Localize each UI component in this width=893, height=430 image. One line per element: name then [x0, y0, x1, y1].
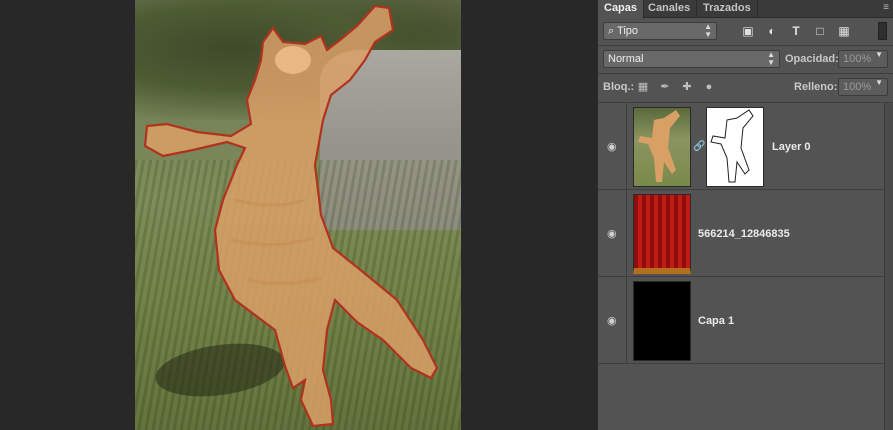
- filter-toggle-switch[interactable]: [878, 22, 887, 40]
- filter-kind-select[interactable]: ⌕ Tipo ▲ ▼: [603, 22, 717, 40]
- lock-image-icon[interactable]: ✒: [658, 80, 672, 94]
- layer-thumbnail[interactable]: [633, 194, 691, 274]
- type-filter-icon[interactable]: T: [789, 24, 803, 38]
- blend-mode-select[interactable]: Normal ▲ ▼: [603, 50, 780, 68]
- fill-label: Relleno:: [794, 81, 838, 93]
- image-filter-icon[interactable]: ▣: [741, 24, 755, 38]
- panel-tab-bar: Capas Canales Trazados ≡: [598, 0, 893, 19]
- divider: [598, 73, 893, 74]
- lock-position-icon[interactable]: ✚: [680, 80, 694, 94]
- divider: [598, 45, 893, 46]
- tab-trazados[interactable]: Trazados: [697, 0, 758, 18]
- eye-icon: ◉: [607, 141, 617, 153]
- visibility-toggle[interactable]: ◉: [598, 190, 627, 276]
- fill-input[interactable]: 100% ▼: [838, 78, 888, 96]
- cat-selection: [143, 4, 439, 428]
- blend-mode-value: Normal: [608, 53, 644, 65]
- cat-thumbnail-icon: [638, 110, 680, 182]
- dropdown-arrow-icon: ▼: [875, 50, 883, 59]
- layer-name[interactable]: 566214_12846835: [698, 228, 790, 240]
- eye-icon: ◉: [607, 228, 617, 240]
- layers-panel: Capas Canales Trazados ≡ ⌕ Tipo ▲ ▼ ▣ ◐ T…: [597, 0, 893, 430]
- opacity-value: 100%: [843, 53, 872, 65]
- layer-row[interactable]: ◉ 🔗 Layer 0: [598, 103, 893, 190]
- layer-thumbnail[interactable]: [633, 281, 691, 361]
- layer-name[interactable]: Capa 1: [698, 315, 734, 327]
- layer-name[interactable]: Layer 0: [772, 141, 811, 153]
- lock-all-icon[interactable]: ●: [702, 80, 716, 94]
- filter-kind-label: Tipo: [617, 25, 639, 37]
- layers-scrollbar[interactable]: [884, 103, 893, 430]
- select-arrows-icon: ▲ ▼: [767, 50, 775, 67]
- dropdown-arrow-icon: ▼: [875, 78, 883, 87]
- cat-photo: [135, 0, 461, 430]
- layer-thumbnail[interactable]: [633, 107, 691, 187]
- shape-filter-icon[interactable]: □: [813, 24, 827, 38]
- visibility-toggle[interactable]: ◉: [598, 277, 627, 363]
- lock-label: Bloq.:: [603, 81, 635, 93]
- mask-outline-icon: [710, 109, 754, 183]
- panel-menu-icon[interactable]: ≡: [883, 2, 889, 14]
- eye-icon: ◉: [607, 315, 617, 327]
- layer-mask-thumbnail[interactable]: [706, 107, 764, 187]
- mask-link-icon[interactable]: 🔗: [693, 141, 705, 152]
- tab-capas[interactable]: Capas: [598, 0, 645, 19]
- visibility-toggle[interactable]: ◉: [598, 103, 627, 189]
- tab-canales[interactable]: Canales: [642, 0, 698, 18]
- layer-row[interactable]: ◉ Capa 1: [598, 277, 893, 364]
- fill-value: 100%: [843, 81, 872, 93]
- layer-row[interactable]: ◉ 566214_12846835: [598, 190, 893, 277]
- lock-transparent-icon[interactable]: ▦: [636, 80, 650, 94]
- cat-head: [275, 46, 311, 74]
- select-arrows-icon: ▲ ▼: [704, 22, 712, 39]
- opacity-label: Opacidad:: [785, 53, 839, 65]
- smart-object-filter-icon[interactable]: ▦: [837, 24, 851, 38]
- adjustment-filter-icon[interactable]: ◐: [765, 24, 779, 38]
- search-icon: ⌕: [608, 25, 615, 37]
- opacity-input[interactable]: 100% ▼: [838, 50, 888, 68]
- document-canvas[interactable]: [0, 0, 597, 430]
